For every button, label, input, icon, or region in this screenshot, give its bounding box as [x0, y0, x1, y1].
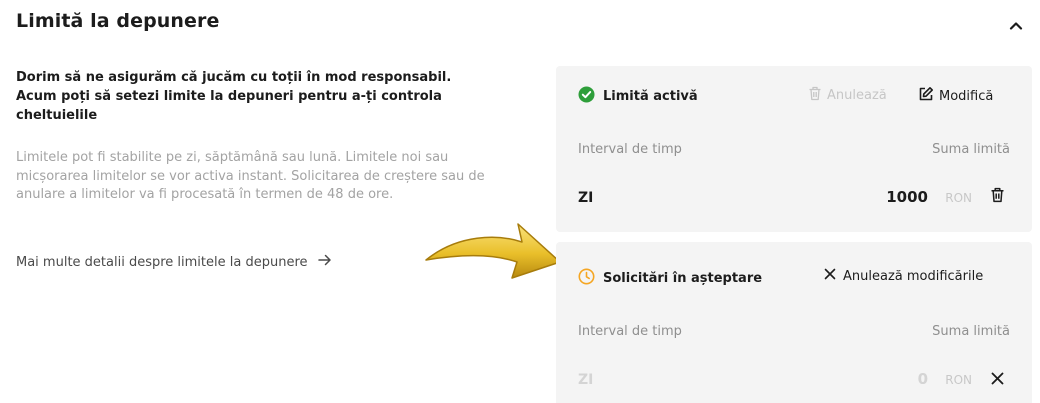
edit-icon [918, 86, 934, 106]
trash-icon [808, 86, 822, 105]
active-limit-status: Limită activă [578, 86, 698, 107]
check-circle-icon [578, 86, 595, 107]
limit-amount: 1000 [886, 188, 928, 206]
modify-limit-label: Modifică [939, 88, 994, 104]
period-column-header: Interval de timp [578, 324, 682, 339]
cancel-changes-button[interactable]: Anulează modificările [824, 268, 983, 284]
trash-icon [990, 187, 1005, 207]
modify-limit-button[interactable]: Modifică [918, 86, 993, 106]
cancel-limit-button[interactable]: Anulează [808, 86, 887, 105]
close-icon [824, 268, 836, 284]
pending-period: ZI [578, 372, 594, 388]
pending-currency: RON [945, 373, 972, 387]
active-limit-label: Limită activă [603, 89, 698, 104]
cancel-limit-label: Anulează [827, 88, 887, 103]
intro-headline: Dorim să ne asigurăm că jucăm cu toții î… [16, 70, 452, 123]
limit-period: ZI [578, 190, 594, 206]
section-title: Limită la depunere [16, 10, 220, 32]
pending-requests-card: Solicitări în așteptare Anulează modific… [556, 242, 1032, 403]
more-details-link[interactable]: Mai multe detalii despre limitele la dep… [16, 254, 332, 270]
clock-icon [578, 268, 595, 289]
amount-column-header: Suma limită [932, 142, 1010, 157]
pending-amount: 0 [917, 370, 928, 388]
pointer-arrow-graphic [418, 212, 568, 286]
intro-description: Limitele pot fi stabilite pe zi, săptămâ… [16, 150, 485, 202]
arrow-right-icon [317, 254, 332, 270]
pending-requests-label: Solicitări în așteptare [603, 271, 763, 286]
pending-requests-status: Solicitări în așteptare [578, 268, 762, 289]
remove-pending-button[interactable] [986, 368, 1008, 390]
active-limit-card: Limită activă Anulează Modifică Interval… [556, 66, 1032, 232]
close-icon [991, 370, 1004, 389]
chevron-up-icon [1009, 15, 1023, 34]
more-details-label: Mai multe detalii despre limitele la dep… [16, 254, 308, 270]
amount-column-header: Suma limită [932, 324, 1010, 339]
cancel-changes-label: Anulează modificările [843, 268, 984, 284]
limit-currency: RON [945, 191, 972, 205]
period-column-header: Interval de timp [578, 142, 682, 157]
delete-limit-button[interactable] [986, 186, 1008, 208]
collapse-button[interactable] [1004, 12, 1028, 36]
